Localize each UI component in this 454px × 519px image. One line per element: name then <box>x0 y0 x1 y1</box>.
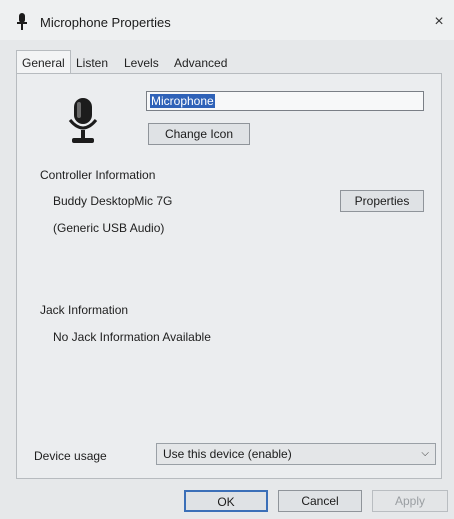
controller-heading: Controller Information <box>40 168 156 182</box>
change-icon-button[interactable]: Change Icon <box>148 123 250 145</box>
tab-levels[interactable]: Levels <box>120 54 163 72</box>
tab-general[interactable]: General <box>16 50 71 74</box>
title-bar: Microphone Properties × <box>0 0 454 40</box>
controller-driver: (Generic USB Audio) <box>53 221 165 235</box>
device-name-input[interactable]: Microphone <box>146 91 424 111</box>
properties-button[interactable]: Properties <box>340 190 424 212</box>
ok-button[interactable]: OK <box>184 490 268 512</box>
close-icon[interactable]: × <box>424 8 454 36</box>
device-usage-select[interactable]: Use this device (enable) ⌵ <box>156 443 436 465</box>
controller-name: Buddy DesktopMic 7G <box>53 194 173 208</box>
cancel-button[interactable]: Cancel <box>278 490 362 512</box>
jack-value: No Jack Information Available <box>53 330 211 344</box>
device-name-text: Microphone <box>150 94 215 108</box>
device-usage-label: Device usage <box>34 449 107 463</box>
tab-listen[interactable]: Listen <box>72 54 112 72</box>
tab-advanced[interactable]: Advanced <box>170 54 231 72</box>
microphone-icon <box>17 13 27 30</box>
apply-button[interactable]: Apply <box>372 490 448 512</box>
microphone-icon <box>68 98 98 143</box>
chevron-down-icon: ⌵ <box>421 448 429 459</box>
device-usage-value: Use this device (enable) <box>163 447 292 461</box>
jack-heading: Jack Information <box>40 303 129 317</box>
window-title: Microphone Properties <box>40 15 171 30</box>
